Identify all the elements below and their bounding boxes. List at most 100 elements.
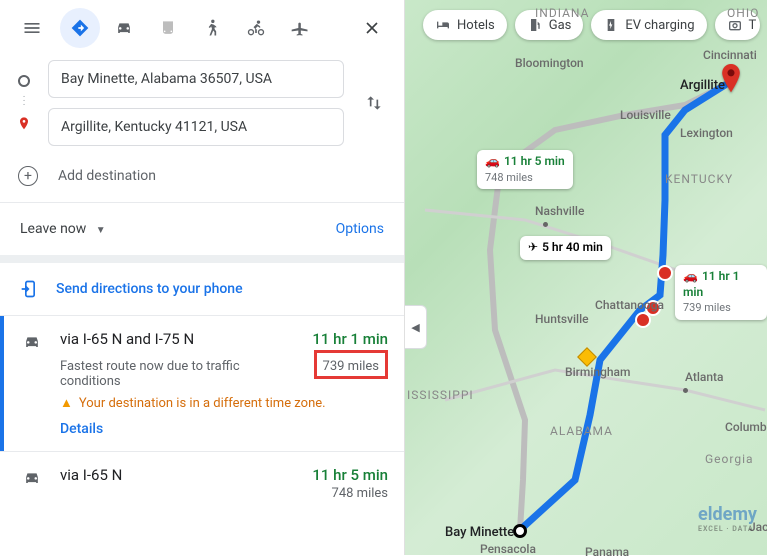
route-via: via I-65 N bbox=[60, 466, 122, 484]
chip-label: Gas bbox=[549, 18, 572, 33]
mode-walk[interactable] bbox=[192, 8, 232, 48]
plane-icon: ✈ bbox=[528, 240, 538, 256]
ev-icon bbox=[603, 17, 619, 33]
callout-main-drive[interactable]: 🚗11 hr 1 min 739 miles bbox=[675, 265, 767, 320]
directions-panel: ··· + Add destination Leave now ▼ Option… bbox=[0, 0, 405, 555]
route-time: 11 hr 1 min bbox=[312, 330, 388, 348]
camera-icon bbox=[727, 17, 743, 33]
route-mode-icon bbox=[22, 466, 46, 501]
mode-transit[interactable] bbox=[148, 8, 188, 48]
callout-distance: 739 miles bbox=[683, 301, 731, 314]
origin-marker[interactable] bbox=[513, 524, 527, 538]
city-label: Pensacola bbox=[480, 542, 536, 556]
watermark: eldemy EXCEL · DATA bbox=[698, 504, 757, 533]
warning-icon: ▲ bbox=[60, 395, 73, 411]
route-distance: 739 miles bbox=[323, 359, 379, 374]
car-icon bbox=[22, 332, 42, 352]
destination-marker[interactable] bbox=[720, 64, 742, 98]
city-dot bbox=[543, 222, 548, 227]
callout-distance: 748 miles bbox=[485, 171, 533, 184]
construction-icon bbox=[577, 347, 597, 367]
callout-time: 11 hr 5 min bbox=[504, 154, 565, 168]
route-option-2[interactable]: via I-65 N 11 hr 5 min 748 miles bbox=[0, 452, 404, 515]
destination-input[interactable] bbox=[48, 108, 344, 146]
city-label: Huntsville bbox=[535, 312, 589, 326]
add-destination-label: Add destination bbox=[58, 168, 156, 184]
state-label: ISSISSIPPI bbox=[407, 388, 474, 402]
connector-dots: ··· bbox=[23, 96, 26, 108]
timezone-warning: ▲ Your destination is in a different tim… bbox=[60, 395, 388, 411]
chip-label: EV charging bbox=[625, 18, 694, 33]
send-label: Send directions to your phone bbox=[56, 281, 243, 297]
route-mode-icon bbox=[22, 330, 46, 437]
close-button[interactable] bbox=[352, 8, 392, 48]
city-label: Jac bbox=[749, 520, 767, 534]
chip-label: T bbox=[749, 18, 757, 33]
add-destination-button[interactable]: + Add destination bbox=[0, 154, 404, 202]
state-label: ALABAMA bbox=[550, 424, 613, 438]
route-subtitle: Fastest route now due to traffic conditi… bbox=[60, 359, 280, 389]
leave-now-label: Leave now bbox=[20, 221, 86, 237]
chip-ev[interactable]: EV charging bbox=[591, 10, 706, 40]
mode-best[interactable] bbox=[60, 8, 100, 48]
details-link[interactable]: Details bbox=[60, 421, 103, 437]
highlighted-distance: 739 miles bbox=[314, 350, 388, 379]
city-label: Bloomington bbox=[515, 56, 584, 70]
options-link[interactable]: Options bbox=[336, 221, 384, 237]
dest-city-label: Argillite bbox=[680, 78, 725, 93]
traffic-alert-icon bbox=[635, 312, 651, 328]
mode-drive[interactable] bbox=[104, 8, 144, 48]
waypoint-markers: ··· bbox=[12, 60, 36, 146]
route-distance: 748 miles bbox=[332, 486, 388, 501]
watermark-brand: eldemy bbox=[698, 504, 757, 525]
city-label: Lexington bbox=[680, 126, 733, 140]
destination-pin-icon bbox=[16, 116, 32, 132]
warning-text: Your destination is in a different time … bbox=[79, 396, 326, 411]
swap-icon bbox=[364, 93, 384, 113]
city-label: Atlanta bbox=[685, 370, 724, 384]
car-icon: 🚗 bbox=[683, 269, 698, 285]
plus-icon: + bbox=[18, 166, 38, 186]
collapse-panel-button[interactable]: ◀ bbox=[405, 305, 427, 349]
waypoints-block: ··· bbox=[0, 56, 404, 154]
input-column bbox=[48, 60, 344, 146]
callout-flight[interactable]: ✈5 hr 40 min bbox=[520, 236, 611, 260]
swap-button[interactable] bbox=[356, 85, 392, 121]
mode-bike[interactable] bbox=[236, 8, 276, 48]
chevron-left-icon: ◀ bbox=[411, 321, 419, 334]
origin-input[interactable] bbox=[48, 60, 344, 98]
city-label: Nashville bbox=[535, 204, 584, 218]
depart-row: Leave now ▼ Options bbox=[0, 203, 404, 255]
state-label: Georgia bbox=[705, 452, 754, 466]
route-via: via I-65 N and I-75 N bbox=[60, 330, 194, 348]
car-icon bbox=[22, 468, 42, 488]
pin-icon bbox=[720, 64, 742, 94]
chip-hotels[interactable]: Hotels bbox=[423, 10, 507, 40]
callout-alt-drive[interactable]: 🚗 11 hr 5 min 748 miles bbox=[477, 150, 573, 189]
car-icon bbox=[114, 18, 134, 38]
phone-send-icon bbox=[20, 279, 40, 299]
car-icon: 🚗 bbox=[485, 154, 500, 170]
chip-gas[interactable]: Gas bbox=[515, 10, 584, 40]
send-to-phone-button[interactable]: Send directions to your phone bbox=[0, 263, 404, 315]
mode-flight[interactable] bbox=[280, 8, 320, 48]
city-label: Louisville bbox=[620, 108, 671, 122]
traffic-alert-icon bbox=[657, 265, 673, 281]
top-bar bbox=[0, 0, 404, 56]
caret-down-icon: ▼ bbox=[96, 225, 106, 236]
menu-button[interactable] bbox=[12, 8, 52, 48]
city-dot bbox=[683, 388, 688, 393]
divider-thick bbox=[0, 255, 404, 263]
walk-icon bbox=[202, 18, 222, 38]
poi-chips: Hotels Gas EV charging T bbox=[423, 10, 760, 40]
state-label: KENTUCKY bbox=[665, 172, 733, 186]
map-canvas[interactable]: Hotels Gas EV charging T ◀ 🚗 11 hr 5 min … bbox=[405, 0, 767, 555]
route-option-1[interactable]: via I-65 N and I-75 N 11 hr 1 min Fastes… bbox=[0, 316, 404, 451]
train-icon bbox=[158, 18, 178, 38]
menu-icon bbox=[22, 18, 42, 38]
directions-icon bbox=[70, 18, 90, 38]
city-label: Panama bbox=[585, 545, 629, 559]
close-icon bbox=[362, 18, 382, 38]
chip-more[interactable]: T bbox=[715, 10, 761, 40]
leave-now-dropdown[interactable]: Leave now ▼ bbox=[20, 221, 106, 237]
